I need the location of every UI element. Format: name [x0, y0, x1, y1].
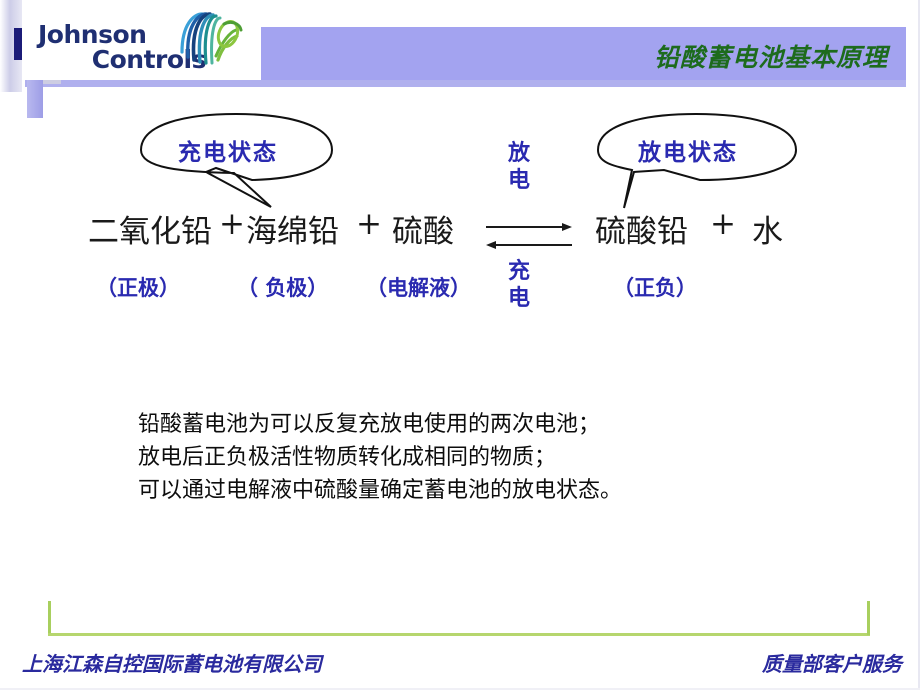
eq-sub-positive-plate: （正极） [96, 275, 180, 300]
page-title: 铅酸蓄电池基本原理 [653, 43, 888, 72]
header-corner-tab [27, 80, 43, 118]
eq-plus-1: + [219, 206, 245, 242]
footer-rule-right-cap [867, 601, 870, 635]
eq-plus-2: + [356, 206, 382, 242]
footer-department: 质量部客户服务 [762, 652, 902, 676]
eq-sub-negative-plate: （ 负极） [237, 275, 329, 300]
body-line-3: 可以通过电解液中硫酸量确定蓄电池的放电状态。 [138, 478, 623, 503]
body-line-2: 放电后正负极活性物质转化成相同的物质； [138, 445, 557, 470]
callout-label-discharged: 放电状态 [638, 140, 738, 166]
eq-term-water: 水 [752, 214, 783, 250]
header-underline-bar [25, 80, 906, 87]
footer-company-name: 上海江森自控国际蓄电池有限公司 [22, 652, 322, 676]
arrow-label-charge: 充 电 [507, 259, 530, 311]
arrow-label-discharge: 放 电 [507, 141, 530, 193]
reaction-arrows [486, 223, 572, 249]
eq-sub-both-plates: （正负） [613, 275, 697, 300]
eq-sub-electrolyte: （电解液） [366, 275, 471, 300]
callout-label-charged: 充电状态 [178, 140, 278, 166]
eq-term-lead-sulfate: 硫酸铅 [595, 214, 688, 250]
body-line-1: 铅酸蓄电池为可以反复充放电使用的两次电池； [138, 412, 601, 437]
eq-term-lead-dioxide: 二氧化铅 [88, 214, 212, 250]
globe-arcs-icon [180, 12, 243, 65]
footer-rule [48, 633, 870, 636]
slide-canvas: Johnson Controls 铅酸蓄电池基本原理 充电状态 放电状态 二氧化… [0, 0, 920, 690]
body-paragraph: 铅酸蓄电池为可以反复充放电使用的两次电池； 放电后正负极活性物质转化成相同的物质… [138, 408, 622, 507]
eq-term-sponge-lead: 海绵铅 [246, 214, 339, 250]
eq-plus-3: + [710, 206, 736, 242]
footer-rule-left-cap [48, 601, 51, 635]
eq-term-sulfuric-acid: 硫酸 [392, 214, 454, 250]
